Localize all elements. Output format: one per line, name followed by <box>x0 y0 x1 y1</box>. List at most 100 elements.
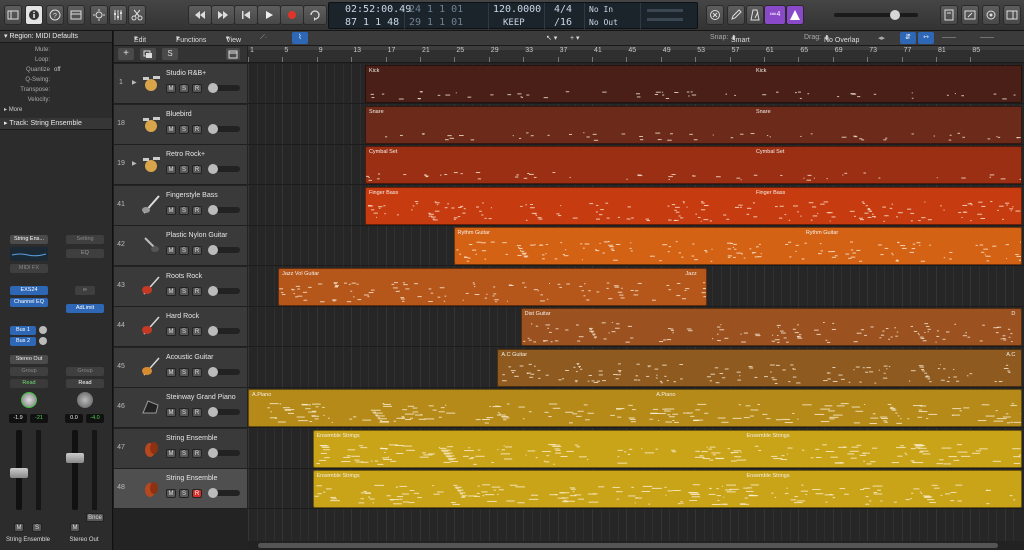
track-view-button[interactable] <box>226 48 240 60</box>
track-solo-button[interactable]: S <box>179 367 189 377</box>
track-mute-button[interactable]: M <box>166 286 176 296</box>
track-solo-button[interactable]: S <box>179 286 189 296</box>
track-volume-knob[interactable] <box>208 366 218 377</box>
track-mute-button[interactable]: M <box>166 84 176 93</box>
vertical-zoom-icon[interactable]: ⇵ <box>900 32 916 44</box>
pan-knob[interactable] <box>21 392 37 408</box>
track-solo-button[interactable]: S <box>179 408 189 417</box>
disclosure-triangle-icon[interactable]: ▶ <box>132 79 137 86</box>
track-inspector-header[interactable]: ▸ Track: String Ensemble <box>0 118 112 130</box>
track-volume-slider[interactable] <box>208 123 240 134</box>
track-volume-slider[interactable] <box>208 245 240 255</box>
edit-menu[interactable]: Edit ▾ <box>134 34 146 44</box>
bar-ruler[interactable]: 1 5 9 13 17 21 25 29 33 37 41 45 49 53 57 61 65 69 73 77 81 8… <box>248 46 1024 63</box>
track-volume-slider[interactable] <box>208 488 240 498</box>
track-record-button[interactable]: R <box>192 286 202 296</box>
track-record-button[interactable]: R <box>192 165 202 174</box>
track-mute-button[interactable]: M <box>166 327 176 336</box>
region-param-row[interactable]: Mute: <box>0 45 112 55</box>
track-name[interactable]: Roots Rock <box>166 273 202 280</box>
track-record-button[interactable]: R <box>192 327 202 336</box>
track-record-button[interactable]: R <box>192 408 202 417</box>
count-in-badge[interactable]: ≔4 <box>764 5 786 25</box>
track-volume-slider[interactable] <box>208 164 240 174</box>
track-name[interactable]: Steinway Grand Piano <box>166 394 236 401</box>
track-record-button[interactable]: R <box>192 489 202 498</box>
pencil-tool-button[interactable] <box>727 5 745 25</box>
track-name[interactable]: String Ensemble <box>166 475 217 482</box>
track-record-button[interactable]: R <box>192 246 202 255</box>
quick-help-button[interactable]: ? <box>46 5 64 25</box>
send-bus2[interactable]: Bus 2 <box>10 337 36 346</box>
track-volume-knob[interactable] <box>208 488 218 498</box>
audio-fx-slot[interactable]: Channel EQ <box>10 298 48 307</box>
forward-button[interactable] <box>211 5 235 25</box>
track-mute-button[interactable]: M <box>166 408 176 417</box>
browser-button[interactable] <box>1003 5 1021 25</box>
disclosure-triangle-icon[interactable]: ▶ <box>132 160 137 167</box>
track-volume-slider[interactable] <box>208 83 240 93</box>
track-header[interactable]: 42 Plastic Nylon Guitar M S R <box>114 226 247 266</box>
output-mute-button[interactable]: M <box>70 523 80 532</box>
midi-region[interactable]: Rythm Guitar Rythm Guitar <box>453 227 1022 265</box>
automation-mode[interactable]: Read <box>10 379 48 388</box>
output-fader-track[interactable] <box>72 430 78 510</box>
track-mute-button[interactable]: M <box>166 124 176 134</box>
master-volume-knob[interactable] <box>889 10 900 20</box>
track-record-button[interactable]: R <box>192 448 202 458</box>
track-volume-slider[interactable] <box>208 326 240 336</box>
region-param-row[interactable]: Quantize off <box>0 65 112 75</box>
region-param-row[interactable]: Q-Swing: <box>0 75 112 85</box>
horizontal-zoom-icon[interactable]: ⇿ <box>918 32 934 44</box>
view-menu[interactable]: View ▾ <box>226 34 241 44</box>
region-inspector-header[interactable]: ▾ Region: MIDI Defaults <box>0 31 112 43</box>
midi-region[interactable]: Cymbal Set Cymbal Set <box>364 146 1022 184</box>
track-solo-button[interactable]: S <box>179 84 189 93</box>
strip-solo-button[interactable]: S <box>32 523 42 532</box>
region-param-row[interactable]: Velocity: <box>0 95 112 105</box>
strip-mute-button[interactable]: M <box>14 523 24 532</box>
setting-button-output[interactable]: Setting <box>66 235 104 244</box>
drag-select[interactable]: No Overlap ⬍ <box>824 34 859 44</box>
insert-slot-output[interactable]: AdLimit <box>66 304 104 313</box>
track-volume-slider[interactable] <box>208 204 240 215</box>
midi-region[interactable]: Kick Kick <box>364 65 1022 103</box>
track-solo-button[interactable]: S <box>179 448 189 458</box>
midi-region[interactable]: A.C Guitar A.C <box>497 348 1022 387</box>
send-level-knob-2[interactable] <box>39 337 47 345</box>
balance-knob[interactable] <box>77 392 93 408</box>
track-header[interactable]: 46 Steinway Grand Piano M S R <box>114 388 247 428</box>
metronome-button[interactable] <box>746 5 764 25</box>
track-header[interactable]: 1 ▶ Studio R&B+ M S R <box>114 64 247 104</box>
output-slot[interactable]: Stereo Out <box>10 355 48 364</box>
track-header[interactable]: 43 Roots Rock M S R <box>114 266 247 307</box>
notepad-button[interactable] <box>940 5 958 25</box>
track-mute-button[interactable]: M <box>166 367 176 377</box>
track-mute-button[interactable]: M <box>166 205 176 215</box>
go-to-beginning-button[interactable] <box>234 5 258 25</box>
track-volume-slider[interactable] <box>208 366 240 377</box>
track-mute-button[interactable]: M <box>166 165 176 174</box>
midi-region[interactable]: Ensemble Strings Ensemble Strings <box>312 470 1022 508</box>
midi-region[interactable]: Finger Bass Finger Bass <box>364 186 1022 225</box>
automation-toggle-icon[interactable]: ⌇ <box>292 32 308 44</box>
setting-button[interactable]: String Ens... <box>10 235 48 244</box>
track-volume-knob[interactable] <box>208 326 218 336</box>
track-volume-knob[interactable] <box>208 447 218 458</box>
tuner-button[interactable] <box>786 5 804 25</box>
cycle-button[interactable] <box>303 5 327 25</box>
track-volume-knob[interactable] <box>208 164 218 174</box>
track-header[interactable]: 45 Acoustic Guitar M S R <box>114 347 247 388</box>
track-solo-button[interactable]: S <box>179 246 189 255</box>
pointer-tool-icon[interactable]: ↖ ▾ <box>546 34 557 42</box>
toolbar-button[interactable] <box>67 5 85 25</box>
track-record-button[interactable]: R <box>192 205 202 215</box>
track-header[interactable]: 44 Hard Rock M S R <box>114 307 247 347</box>
group-slot[interactable]: Group <box>10 367 48 376</box>
horizontal-scrollbar[interactable] <box>248 541 1024 550</box>
track-volume-slider[interactable] <box>208 447 240 458</box>
waveform-zoom-icon[interactable]: ◂▸ <box>878 34 885 42</box>
track-mute-button[interactable]: M <box>166 246 176 255</box>
send-level-knob[interactable] <box>39 326 47 334</box>
bounce-button[interactable]: Bnce <box>86 513 104 522</box>
